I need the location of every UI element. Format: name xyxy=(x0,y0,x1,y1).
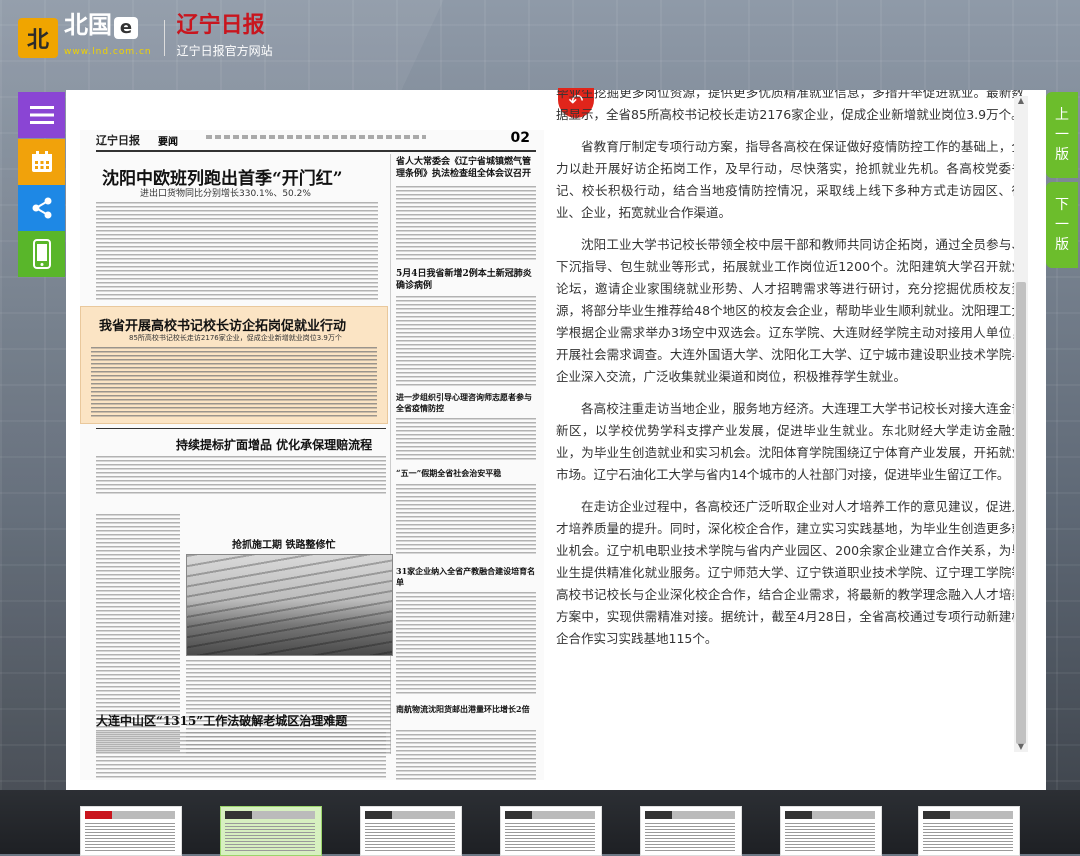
scroll-thumb[interactable] xyxy=(1016,282,1026,744)
masthead-section: 要闻 xyxy=(158,137,178,148)
article-headline-11[interactable]: 南航物流沈阳货邮出港量环比增长2倍 xyxy=(396,704,536,715)
page-thumbnail[interactable] xyxy=(780,806,882,856)
highlighted-article[interactable]: 我省开展高校书记校长访企拓岗促就业行动 85所高校书记校长走访2176家企业，促… xyxy=(80,306,388,424)
newspaper-page[interactable]: 辽宁日报 要闻 02 沈阳中欧班列跑出首季“开门红” 进出口货物同比分别增长33… xyxy=(80,130,544,780)
masthead-meta xyxy=(206,135,426,139)
article-headline-3: 我省开展高校书记校长访企拓岗促就业行动 xyxy=(99,319,347,334)
paper-subtitle: 辽宁日报官方网站 xyxy=(176,44,273,58)
article-paragraph: 沈阳工业大学书记校长带领全校中层干部和教师共同访企拓岗，通过全员参与、下沉指导、… xyxy=(556,237,1024,384)
e-logo-icon: e xyxy=(114,16,138,39)
brand-url: www.lnd.com.cn xyxy=(64,46,152,57)
article-headline-10[interactable]: 大连中山区“1315”工作法破解老城区治理难题 xyxy=(96,712,347,729)
masthead-page-number: 02 xyxy=(510,130,530,146)
article-body-10 xyxy=(396,592,536,696)
article-text: 毕业生挖掘更多岗位资源，提供更多优质精准就业信息，多措并举促进就业。最新数据显示… xyxy=(556,90,1024,750)
prev-label-3: 版 xyxy=(1055,147,1069,163)
mobile-button[interactable] xyxy=(18,231,65,277)
page-thumbnail[interactable] xyxy=(360,806,462,856)
paper-logo: 辽宁日报 辽宁日报官方网站 xyxy=(177,13,273,63)
main-content: 辽宁日报 要闻 02 沈阳中欧班列跑出首季“开门红” 进出口货物同比分别增长33… xyxy=(66,88,1046,790)
article-paragraph: 省教育厅制定专项行动方案，指导各高校在保证做好疫情防控工作的基础上，全力以赴开展… xyxy=(556,139,1024,220)
site-logo[interactable]: 北 北国 e www.lnd.com.cn 辽宁日报 辽宁日报官方网站 xyxy=(18,12,273,63)
prev-label-1: 上 xyxy=(1055,107,1069,123)
section-rule xyxy=(96,428,386,429)
scroll-up-icon[interactable]: ▲ xyxy=(1016,96,1026,106)
logo-divider xyxy=(163,20,165,56)
page-thumbnails xyxy=(80,806,1020,856)
next-label-3: 版 xyxy=(1055,237,1069,253)
page-thumbnail[interactable] xyxy=(500,806,602,856)
article-body-11 xyxy=(96,732,386,780)
article-paragraph: 毕业生挖掘更多岗位资源，提供更多优质精准就业信息，多措并举促进就业。最新数据显示… xyxy=(556,90,1024,122)
page-thumbnail[interactable] xyxy=(80,806,182,856)
scroll-down-icon[interactable]: ▼ xyxy=(1016,742,1026,752)
brand-text: 北国 xyxy=(64,10,112,39)
brand-name: 北国 e www.lnd.com.cn xyxy=(64,12,152,65)
article-body-6 xyxy=(96,456,386,496)
article-headline-5[interactable]: 进一步组织引导心理咨询师志愿者参与全省疫情防控 xyxy=(396,392,536,414)
article-headline-4[interactable]: 5月4日我省新增2例本土新冠肺炎确诊病例 xyxy=(396,268,536,292)
page-thumbnail[interactable] xyxy=(640,806,742,856)
article-headline-6[interactable]: 持续提标扩面增品 优化承保理赔流程 xyxy=(176,436,372,453)
article-headline-2[interactable]: 省人大常委会《辽宁省城镇燃气管理条例》执法检查组全体会议召开 xyxy=(396,156,536,180)
article-subhead-1: 进出口货物同比分别增长330.1%、50.2% xyxy=(140,189,311,199)
article-headline-7[interactable]: “五一”假期全省社会治安平稳 xyxy=(396,468,501,479)
page-thumbnail[interactable] xyxy=(918,806,1020,856)
article-headline-9[interactable]: 31家企业纳入全省产教融合建设培育名单 xyxy=(396,566,536,588)
paper-name: 辽宁日报 xyxy=(176,12,265,38)
next-label-1: 下 xyxy=(1055,197,1069,213)
share-button[interactable] xyxy=(18,185,65,231)
article-headline-8[interactable]: 抢抓施工期 铁路整修忙 xyxy=(232,536,335,551)
article-paragraph: 各高校注重走访当地企业，服务地方经济。大连理工大学书记校长对接大连金普新区，以学… xyxy=(556,401,1024,482)
article-body-3 xyxy=(91,347,377,417)
page-thumbnail-active[interactable] xyxy=(220,806,322,856)
menu-icon xyxy=(29,106,54,124)
article-scrollbar[interactable]: ▲ ▼ xyxy=(1014,96,1028,752)
prev-label-2: 一 xyxy=(1055,127,1069,143)
prev-page-button[interactable]: 上 一 版 xyxy=(1046,92,1078,178)
mobile-icon xyxy=(32,239,51,269)
calendar-icon xyxy=(31,151,52,172)
article-paragraph: 在走访企业过程中，各高校还广泛听取企业对人才培养工作的意见建议，促进人才培养质量… xyxy=(556,499,1024,646)
masthead-logo: 辽宁日报 xyxy=(96,134,140,147)
brand-logo-icon: 北 xyxy=(18,18,58,58)
newspaper-masthead: 辽宁日报 要闻 02 xyxy=(96,130,536,152)
calendar-button[interactable] xyxy=(18,139,65,185)
article-body-12 xyxy=(396,730,536,780)
article-body-4 xyxy=(396,296,536,386)
railway-photo[interactable] xyxy=(186,554,393,656)
menu-button[interactable] xyxy=(18,92,65,138)
share-icon xyxy=(32,197,51,219)
article-body-1 xyxy=(96,202,378,302)
article-subhead-3: 85所高校书记校长走访2176家企业，促成企业新增就业岗位3.9万个 xyxy=(129,334,342,342)
next-label-2: 一 xyxy=(1055,217,1069,233)
article-body-7 xyxy=(396,484,536,554)
article-body-2 xyxy=(396,186,536,260)
article-body-5 xyxy=(396,418,536,462)
next-page-button[interactable]: 下 一 版 xyxy=(1046,182,1078,268)
